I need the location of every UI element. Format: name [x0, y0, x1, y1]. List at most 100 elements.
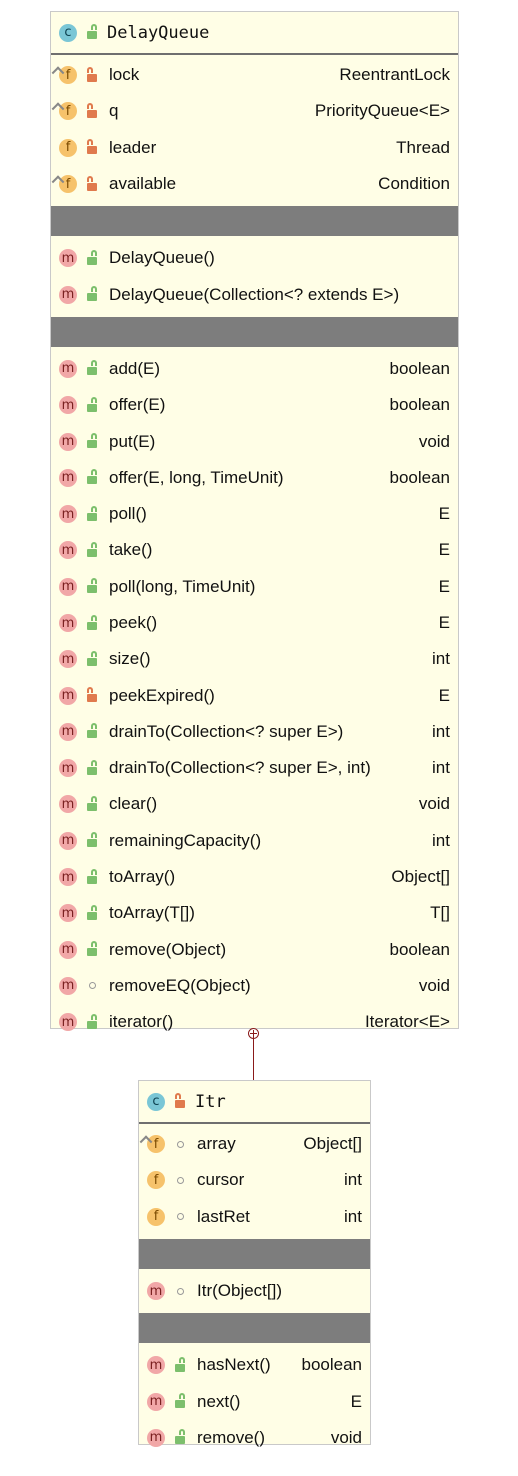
private-visibility-icon — [85, 139, 99, 156]
public-visibility-icon — [85, 868, 99, 885]
public-visibility-icon — [173, 1356, 187, 1373]
class-title: Itr — [195, 1091, 226, 1112]
member-name: drainTo(Collection<? super E>) — [109, 721, 344, 741]
member-type: PriorityQueue<E> — [314, 101, 450, 121]
method-icon: m — [147, 1282, 165, 1301]
method-row[interactable]: m drainTo(Collection<? super E>) int — [51, 714, 458, 750]
package-visibility-icon — [173, 1283, 187, 1299]
member-name: cursor — [197, 1170, 245, 1190]
method-icon: m — [59, 650, 77, 669]
package-visibility-icon — [173, 1209, 187, 1225]
field-row[interactable]: f lock ReentrantLock — [51, 57, 458, 93]
package-visibility-icon — [85, 978, 99, 994]
field-row[interactable]: f cursor int — [139, 1162, 370, 1198]
method-row[interactable]: m toArray() Object[] — [51, 859, 458, 895]
member-name: offer(E) — [109, 395, 166, 415]
member-name: take() — [109, 540, 153, 560]
package-visibility-icon — [173, 1136, 187, 1152]
field-row[interactable]: f lastRet int — [139, 1199, 370, 1235]
methods-section: m add(E) boolean m offer(E) boolean m put(E) voi… — [51, 349, 458, 1043]
fields-section: f lock ReentrantLock f q PriorityQueue<E> f lea… — [51, 55, 458, 204]
method-row[interactable]: m take() E — [51, 532, 458, 568]
method-row[interactable]: m poll() E — [51, 496, 458, 532]
member-name: q — [109, 101, 119, 121]
method-icon: m — [59, 432, 77, 451]
field-row[interactable]: f q PriorityQueue<E> — [51, 93, 458, 129]
member-name: removeEQ(Object) — [109, 975, 251, 995]
method-icon: m — [59, 396, 77, 415]
method-icon: m — [59, 686, 77, 705]
method-row[interactable]: m offer(E, long, TimeUnit) boolean — [51, 460, 458, 496]
itr-header: c Itr — [139, 1081, 370, 1124]
public-visibility-icon — [85, 360, 99, 377]
member-name: remainingCapacity() — [109, 830, 262, 850]
method-row[interactable]: m remove() void — [139, 1420, 370, 1456]
member-type: void — [330, 1427, 362, 1447]
member-name: poll(long, TimeUnit) — [109, 576, 256, 596]
method-row[interactable]: m drainTo(Collection<? super E>, int) int — [51, 750, 458, 786]
member-name: add(E) — [109, 358, 161, 378]
member-type: Object[] — [391, 867, 450, 887]
member-name: lastRet — [197, 1206, 250, 1226]
public-visibility-icon — [85, 578, 99, 595]
public-visibility-icon — [85, 795, 99, 812]
public-visibility-icon — [85, 24, 99, 41]
method-row[interactable]: m offer(E) boolean — [51, 387, 458, 423]
delayqueue-class-box[interactable]: c DelayQueue f lock ReentrantLock f q Priorit… — [50, 11, 459, 1032]
method-row[interactable]: m toArray(T[]) T[] — [51, 895, 458, 931]
public-visibility-icon — [173, 1393, 187, 1410]
public-visibility-icon — [85, 396, 99, 413]
member-name: available — [109, 174, 177, 194]
method-row[interactable]: m peekExpired() E — [51, 677, 458, 713]
member-type: E — [438, 576, 450, 596]
member-name: put(E) — [109, 431, 156, 451]
method-row[interactable]: m add(E) boolean — [51, 351, 458, 387]
public-visibility-icon — [85, 286, 99, 303]
method-row[interactable]: m remainingCapacity() int — [51, 823, 458, 859]
method-icon: m — [59, 249, 77, 268]
member-type: boolean — [389, 358, 450, 378]
method-row[interactable]: m Itr(Object[]) — [139, 1273, 370, 1309]
private-visibility-icon — [173, 1093, 187, 1110]
method-row[interactable]: m hasNext() boolean — [139, 1347, 370, 1383]
method-row[interactable]: m DelayQueue() — [51, 240, 458, 276]
private-visibility-icon — [85, 687, 99, 704]
method-row[interactable]: m removeEQ(Object) void — [51, 968, 458, 1004]
member-type: Condition — [378, 174, 450, 194]
member-name: remove(Object) — [109, 939, 227, 959]
method-icon: m — [59, 577, 77, 596]
private-visibility-icon — [85, 175, 99, 192]
member-type: int — [432, 830, 450, 850]
member-name: array — [197, 1134, 236, 1154]
field-icon: f — [59, 175, 77, 194]
inner-class-connector — [248, 1028, 259, 1080]
method-row[interactable]: m peek() E — [51, 605, 458, 641]
member-name: toArray() — [109, 867, 176, 887]
method-row[interactable]: m remove(Object) boolean — [51, 932, 458, 968]
method-row[interactable]: m next() E — [139, 1383, 370, 1419]
section-separator — [51, 316, 458, 347]
member-type: Iterator<E> — [364, 1012, 450, 1032]
itr-class-box[interactable]: c Itr f array Object[] f cursor int f lastRet in… — [138, 1080, 371, 1447]
public-visibility-icon — [85, 249, 99, 266]
method-icon: m — [59, 541, 77, 560]
field-row[interactable]: f available Condition — [51, 166, 458, 202]
method-row[interactable]: m DelayQueue(Collection<? extends E>) — [51, 276, 458, 312]
public-visibility-icon — [85, 904, 99, 921]
method-row[interactable]: m clear() void — [51, 786, 458, 822]
connector-line — [253, 1036, 254, 1080]
member-type: boolean — [389, 395, 450, 415]
private-visibility-icon — [85, 102, 99, 119]
member-name: toArray(T[]) — [109, 903, 195, 923]
field-row[interactable]: f array Object[] — [139, 1126, 370, 1162]
method-row[interactable]: m poll(long, TimeUnit) E — [51, 569, 458, 605]
member-type: boolean — [389, 939, 450, 959]
method-row[interactable]: m size() int — [51, 641, 458, 677]
member-name: DelayQueue() — [109, 248, 215, 268]
class-icon: c — [59, 23, 77, 42]
public-visibility-icon — [85, 759, 99, 776]
method-row[interactable]: m put(E) void — [51, 423, 458, 459]
method-icon: m — [59, 1013, 77, 1032]
public-visibility-icon — [85, 723, 99, 740]
field-row[interactable]: f leader Thread — [51, 130, 458, 166]
